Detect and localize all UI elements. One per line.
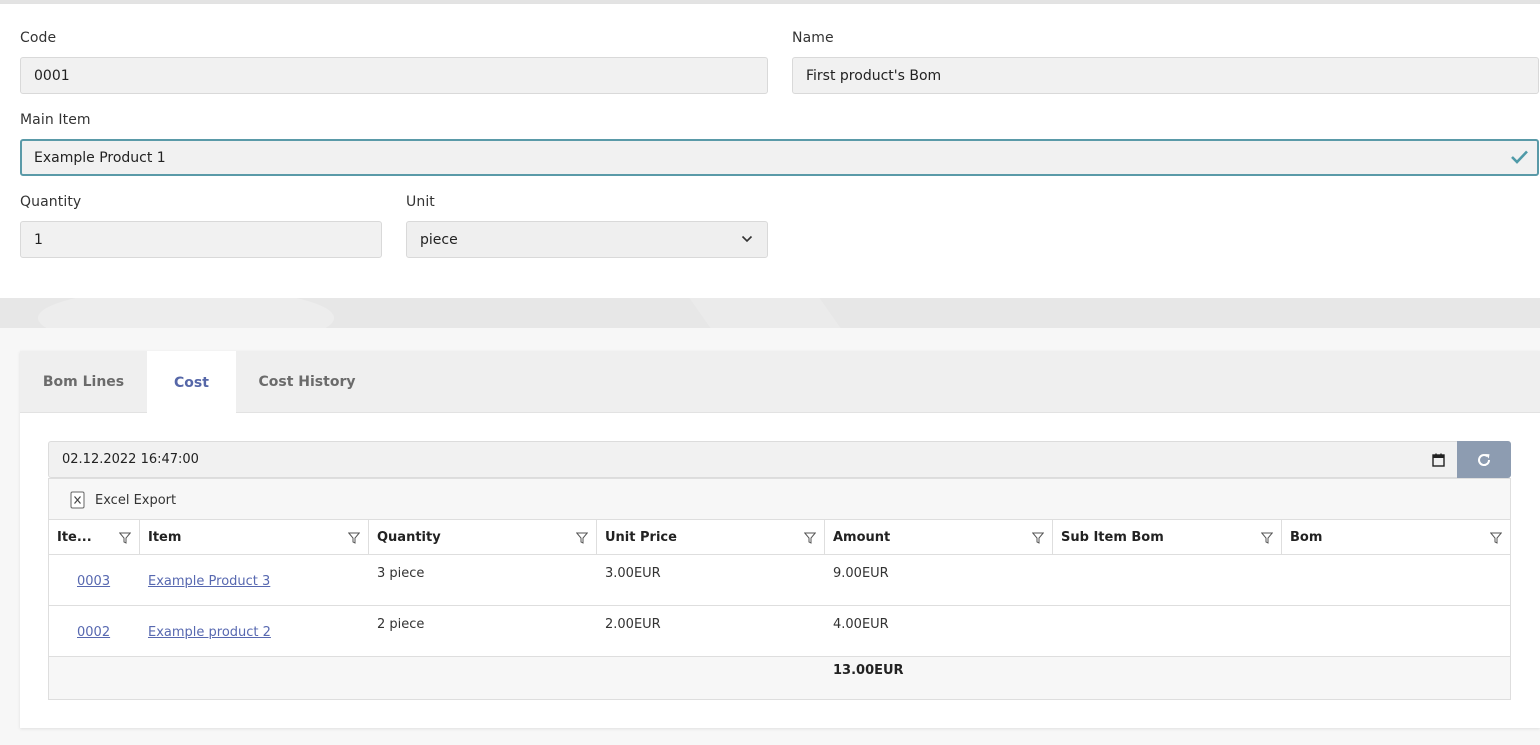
tab-panel: Bom Lines Cost Cost History 02.12.2022 1… bbox=[20, 351, 1540, 728]
code-label: Code bbox=[20, 30, 57, 46]
column-header-quantity[interactable]: Quantity bbox=[369, 520, 597, 555]
cost-date-input[interactable]: 02.12.2022 16:47:00 bbox=[48, 441, 1458, 478]
background-shape bbox=[689, 298, 841, 328]
grid-toolbar: Excel Export bbox=[49, 479, 1510, 520]
cell-sub-item-bom bbox=[1053, 606, 1282, 657]
excel-icon bbox=[70, 491, 85, 509]
column-header-item[interactable]: Item bbox=[140, 520, 369, 555]
main-item-label: Main Item bbox=[20, 112, 91, 128]
item-code-link[interactable]: 0002 bbox=[77, 625, 110, 640]
refresh-icon bbox=[1478, 453, 1491, 466]
excel-export-label: Excel Export bbox=[95, 492, 177, 508]
item-name-link[interactable]: Example product 2 bbox=[148, 625, 271, 640]
cell-code: 0003 bbox=[77, 555, 140, 606]
refresh-button[interactable] bbox=[1457, 441, 1511, 478]
quantity-value: 1 bbox=[34, 231, 43, 248]
item-name-link[interactable]: Example Product 3 bbox=[148, 574, 270, 589]
filter-icon[interactable] bbox=[1261, 532, 1273, 544]
column-header-label: Item bbox=[148, 530, 182, 545]
column-header-sub-item-bom[interactable]: Sub Item Bom bbox=[1053, 520, 1282, 555]
cell-bom bbox=[1282, 606, 1510, 657]
column-header-unit-price[interactable]: Unit Price bbox=[597, 520, 825, 555]
filter-icon[interactable] bbox=[804, 532, 816, 544]
tab-bom-lines[interactable]: Bom Lines bbox=[20, 351, 147, 413]
cost-grid: Excel Export Ite... Item Quantity Unit P… bbox=[48, 478, 1511, 700]
cell-item: Example Product 3 bbox=[148, 555, 369, 606]
column-header-label: Amount bbox=[833, 530, 891, 545]
chevron-down-icon bbox=[741, 235, 753, 243]
unit-value: piece bbox=[420, 231, 458, 248]
tab-cost[interactable]: Cost bbox=[147, 351, 236, 414]
column-header-label: Ite... bbox=[57, 530, 92, 545]
cell-sub-item-bom bbox=[1053, 555, 1282, 606]
code-value: 0001 bbox=[34, 67, 70, 84]
filter-icon[interactable] bbox=[1032, 532, 1044, 544]
excel-export-button[interactable]: Excel Export bbox=[70, 490, 176, 510]
table-row: 0002 Example product 2 2 piece 2.00EUR 4… bbox=[49, 606, 1510, 657]
item-code-link[interactable]: 0003 bbox=[77, 574, 110, 589]
cell-quantity: 3 piece bbox=[377, 566, 425, 581]
column-header-label: Unit Price bbox=[605, 530, 677, 545]
cell-amount: 9.00EUR bbox=[833, 566, 889, 581]
unit-select[interactable]: piece bbox=[406, 221, 768, 258]
filter-icon[interactable] bbox=[1490, 532, 1502, 544]
cell-quantity: 2 piece bbox=[377, 617, 425, 632]
name-value: First product's Bom bbox=[806, 67, 942, 84]
background-shape bbox=[38, 298, 334, 328]
main-item-value: Example Product 1 bbox=[34, 149, 166, 166]
quantity-label: Quantity bbox=[20, 194, 82, 210]
calendar-icon[interactable] bbox=[1432, 453, 1445, 467]
code-field[interactable]: 0001 bbox=[20, 57, 768, 94]
bom-form: Code 0001 Name First product's Bom Main … bbox=[0, 4, 1540, 298]
column-header-label: Sub Item Bom bbox=[1061, 530, 1164, 545]
unit-label: Unit bbox=[406, 194, 435, 210]
quantity-field[interactable]: 1 bbox=[20, 221, 382, 258]
check-icon bbox=[1511, 150, 1528, 164]
tab-cost-history[interactable]: Cost History bbox=[236, 351, 378, 413]
cell-unit-price: 3.00EUR bbox=[605, 566, 661, 581]
filter-icon[interactable] bbox=[576, 532, 588, 544]
tab-bar: Bom Lines Cost Cost History bbox=[20, 351, 1540, 414]
main-item-field[interactable]: Example Product 1 bbox=[20, 139, 1539, 176]
grid-header-row: Ite... Item Quantity Unit Price Amount S… bbox=[49, 520, 1510, 555]
column-header-bom[interactable]: Bom bbox=[1282, 520, 1510, 555]
cell-code: 0002 bbox=[77, 606, 140, 657]
background-band bbox=[0, 298, 1540, 328]
total-amount: 13.00EUR bbox=[833, 663, 904, 678]
column-header-code[interactable]: Ite... bbox=[49, 520, 140, 555]
cost-date-value: 02.12.2022 16:47:00 bbox=[62, 452, 199, 467]
cell-amount: 4.00EUR bbox=[833, 617, 889, 632]
filter-icon[interactable] bbox=[119, 532, 131, 544]
column-header-amount[interactable]: Amount bbox=[825, 520, 1053, 555]
cell-item: Example product 2 bbox=[148, 606, 369, 657]
grid-summary-row: 13.00EUR bbox=[49, 657, 1510, 699]
name-label: Name bbox=[792, 30, 834, 46]
filter-icon[interactable] bbox=[348, 532, 360, 544]
column-header-label: Bom bbox=[1290, 530, 1323, 545]
column-header-label: Quantity bbox=[377, 530, 441, 545]
table-row: 0003 Example Product 3 3 piece 3.00EUR 9… bbox=[49, 555, 1510, 606]
cell-bom bbox=[1282, 555, 1510, 606]
cell-unit-price: 2.00EUR bbox=[605, 617, 661, 632]
name-field[interactable]: First product's Bom bbox=[792, 57, 1539, 94]
